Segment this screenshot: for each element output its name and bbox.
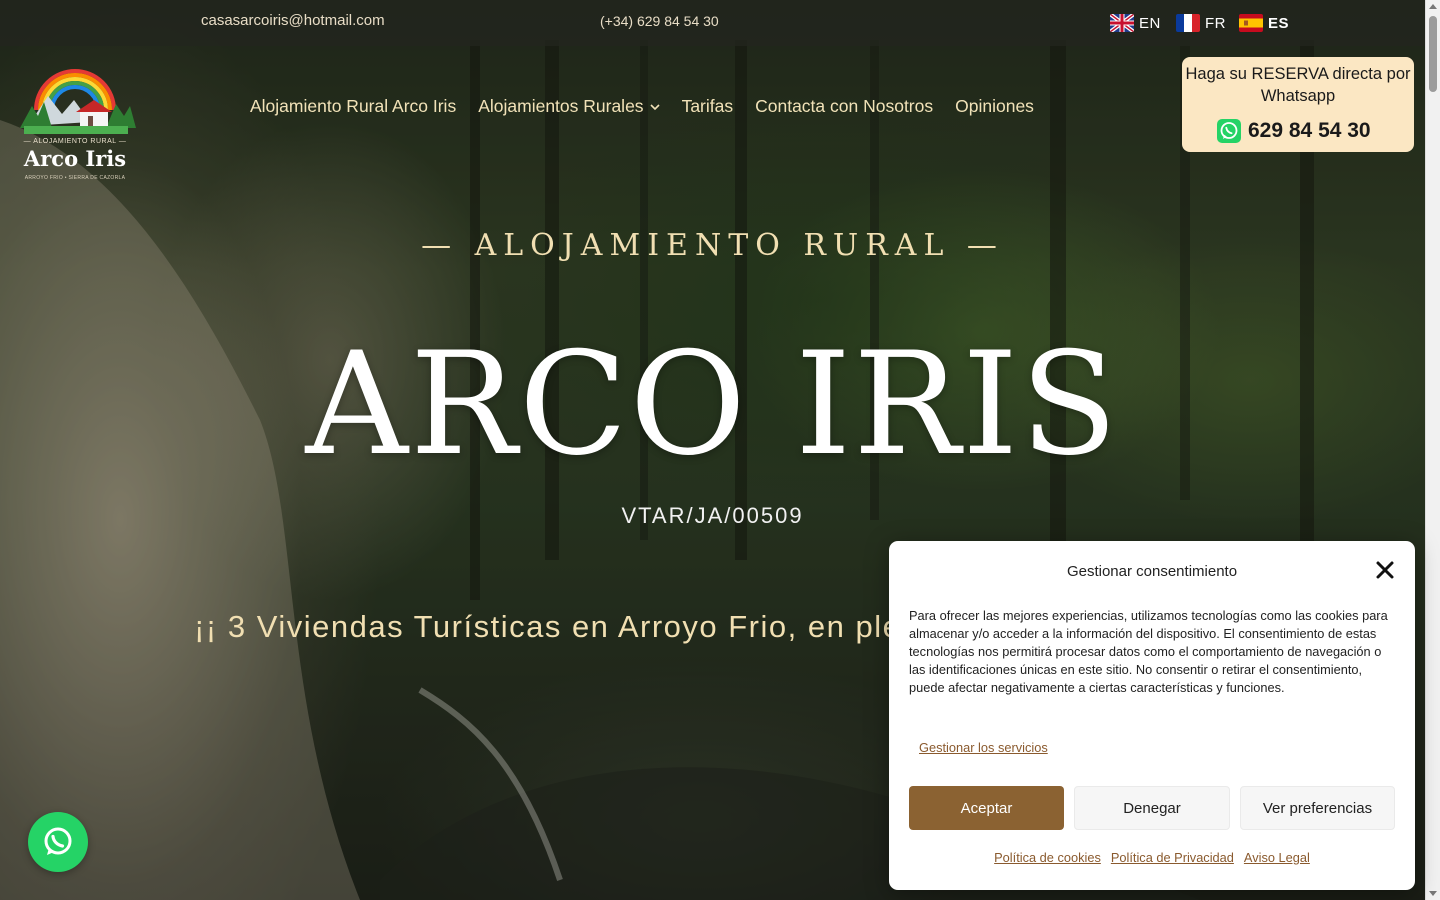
- license-number: VTAR/JA/00509: [621, 503, 804, 528]
- consent-title: Gestionar consentimiento: [1066, 563, 1238, 580]
- contact-phone-link[interactable]: (+34) 629 84 54 30: [600, 13, 719, 29]
- deny-button[interactable]: Denegar: [1074, 786, 1230, 830]
- nav-item-home[interactable]: Alojamiento Rural Arco Iris: [250, 96, 456, 117]
- page-scrollbar[interactable]: [1425, 0, 1440, 900]
- language-en-link[interactable]: EN: [1110, 14, 1161, 32]
- whatsapp-reserve-box[interactable]: Haga su RESERVA directa por Whatsapp 629…: [1182, 57, 1414, 152]
- reserve-phone[interactable]: 629 84 54 30: [1216, 118, 1371, 144]
- language-en-label: EN: [1139, 14, 1161, 32]
- view-preferences-button[interactable]: Ver preferencias: [1240, 786, 1395, 830]
- manage-services-link[interactable]: Gestionar los servicios: [919, 740, 1048, 755]
- logo-subtitle: — ALOJAMIENTO RURAL —: [23, 138, 127, 145]
- logo-title: Arco Iris: [23, 146, 127, 171]
- language-es-link[interactable]: ES: [1239, 14, 1289, 32]
- nav-item-label: Tarifas: [681, 96, 734, 116]
- scrollbar-thumb[interactable]: [1429, 16, 1437, 92]
- cookie-policy-link[interactable]: Política de cookies: [994, 850, 1101, 865]
- consent-links: Política de cookies Política de Privacid…: [889, 850, 1415, 865]
- flag-es-icon: [1239, 14, 1263, 32]
- chevron-down-icon: [649, 103, 660, 110]
- logo-tagline: ARROYO FRIO • SIERRA DE CAZORLA: [24, 175, 126, 181]
- scroll-up-arrow-icon[interactable]: [1429, 4, 1437, 9]
- nav-item-label: Alojamientos Rurales: [478, 96, 644, 116]
- cookie-consent-dialog: Gestionar consentimiento Para ofrecer la…: [889, 541, 1415, 890]
- flag-fr-icon: [1176, 14, 1200, 32]
- language-fr-link[interactable]: FR: [1176, 14, 1226, 32]
- top-bar: casasarcoiris@hotmail.com (+34) 629 84 5…: [0, 0, 1425, 46]
- main-nav: Alojamiento Rural Arco Iris Alojamientos…: [250, 96, 1034, 117]
- whatsapp-icon: [1217, 119, 1241, 143]
- nav-item-opiniones[interactable]: Opiniones: [955, 96, 1034, 117]
- site-logo[interactable]: — ALOJAMIENTO RURAL — Arco Iris ARROYO F…: [14, 66, 136, 188]
- language-es-label: ES: [1268, 14, 1290, 32]
- whatsapp-float-button[interactable]: [28, 812, 88, 872]
- reserve-phone-number: 629 84 54 30: [1248, 119, 1371, 142]
- accept-button[interactable]: Aceptar: [909, 786, 1064, 830]
- nav-item-label: Alojamiento Rural Arco Iris: [250, 96, 457, 116]
- nav-item-tarifas[interactable]: Tarifas: [682, 96, 734, 117]
- rainbow-house-icon: [20, 69, 136, 134]
- close-icon[interactable]: [1375, 560, 1395, 580]
- whatsapp-icon: [44, 827, 72, 855]
- nav-item-alojamientos[interactable]: Alojamientos Rurales: [478, 96, 660, 117]
- privacy-policy-link[interactable]: Política de Privacidad: [1111, 850, 1234, 865]
- legal-notice-link[interactable]: Aviso Legal: [1244, 850, 1310, 865]
- flag-uk-icon: [1110, 14, 1134, 32]
- contact-email-link[interactable]: casasarcoiris@hotmail.com: [201, 12, 385, 29]
- nav-item-label: Opiniones: [955, 96, 1034, 116]
- hero-title: ARCO IRIS: [305, 322, 1120, 487]
- scroll-down-arrow-icon[interactable]: [1429, 891, 1437, 896]
- nav-item-contacto[interactable]: Contacta con Nosotros: [755, 96, 933, 117]
- language-fr-label: FR: [1205, 14, 1226, 32]
- reserve-text: Haga su RESERVA directa por Whatsapp: [1185, 65, 1411, 105]
- hero-kicker: — ALOJAMIENTO RURAL —: [421, 228, 1004, 263]
- nav-item-label: Contacta con Nosotros: [755, 96, 934, 116]
- consent-body: Para ofrecer las mejores experiencias, u…: [909, 608, 1388, 695]
